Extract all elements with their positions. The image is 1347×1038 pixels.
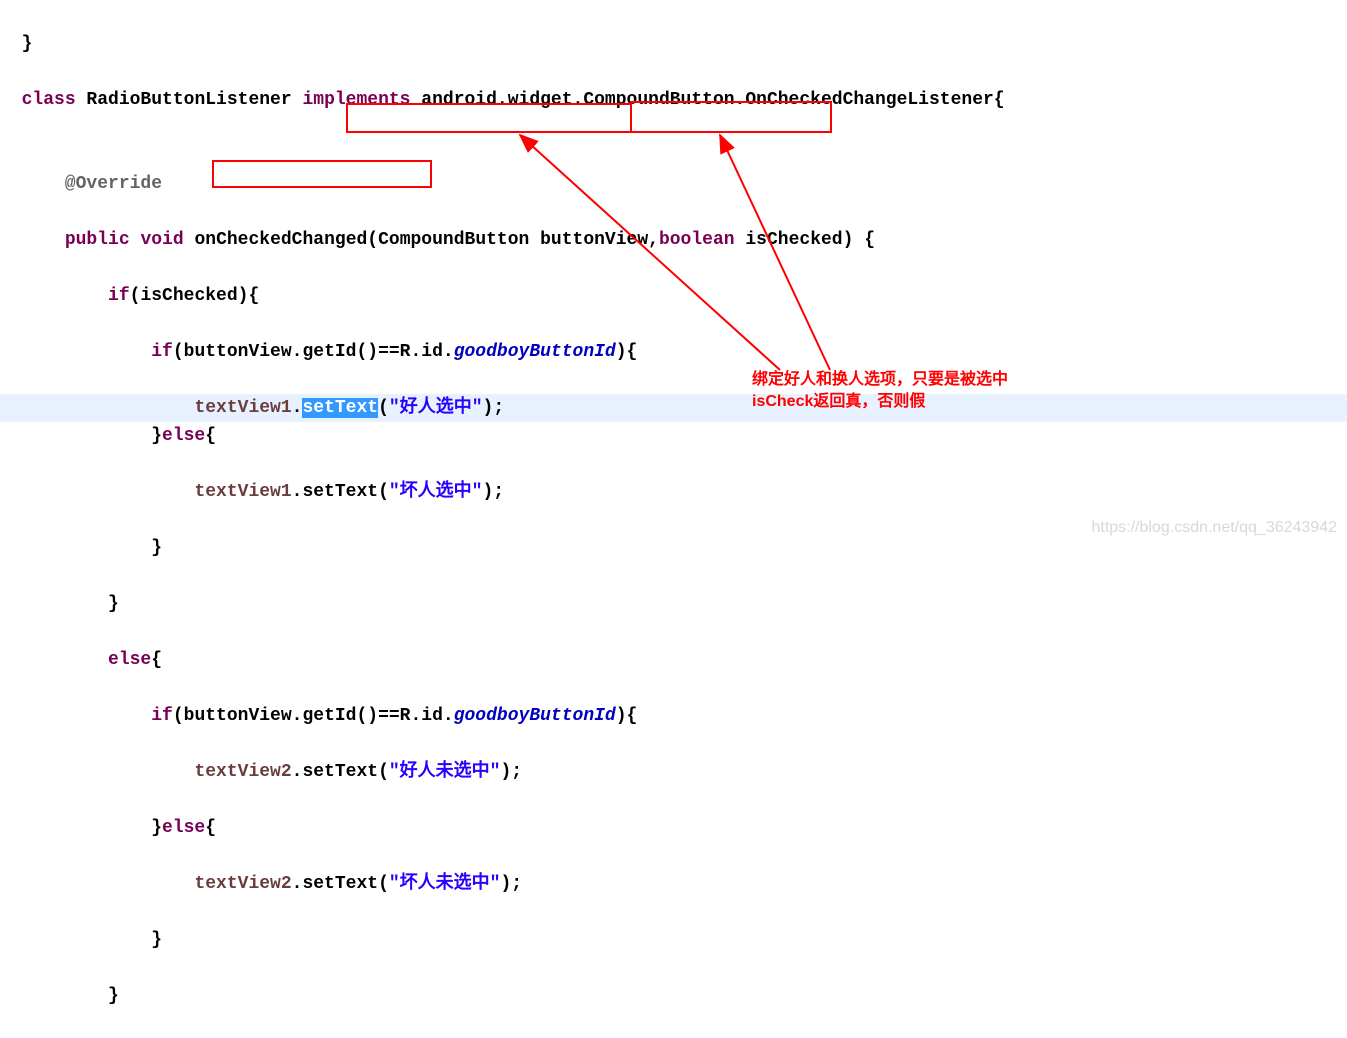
code-line: textView2.setText("坏人未选中");: [0, 870, 1347, 898]
code-line: else{: [0, 646, 1347, 674]
code-line: }: [0, 982, 1347, 1010]
code-line: if(buttonView.getId()==R.id.goodboyButto…: [0, 702, 1347, 730]
code-line: @Override: [0, 170, 1347, 198]
code-line-highlighted: textView1.setText("好人选中");: [0, 394, 1347, 422]
code-line: }: [0, 590, 1347, 618]
code-line: public void onCheckedChanged(CompoundBut…: [0, 226, 1347, 254]
text-selection: setText: [302, 398, 378, 418]
code-line: textView1.setText("坏人选中");: [0, 478, 1347, 506]
code-line: }: [0, 534, 1347, 562]
watermark: https://blog.csdn.net/qq_36243942: [1091, 519, 1337, 537]
code-line: }: [0, 30, 1347, 58]
code-line: if(isChecked){: [0, 282, 1347, 310]
code-line: }else{: [0, 422, 1347, 450]
code-line: if(buttonView.getId()==R.id.goodboyButto…: [0, 338, 1347, 366]
code-line: }else{: [0, 814, 1347, 842]
code-line: textView2.setText("好人未选中");: [0, 758, 1347, 786]
code-line: }: [0, 926, 1347, 954]
annotation-text: 绑定好人和换人选项，只要是被选中 isCheck返回真，否则假: [752, 369, 1008, 413]
code-line: class RadioButtonListener implements and…: [0, 86, 1347, 114]
